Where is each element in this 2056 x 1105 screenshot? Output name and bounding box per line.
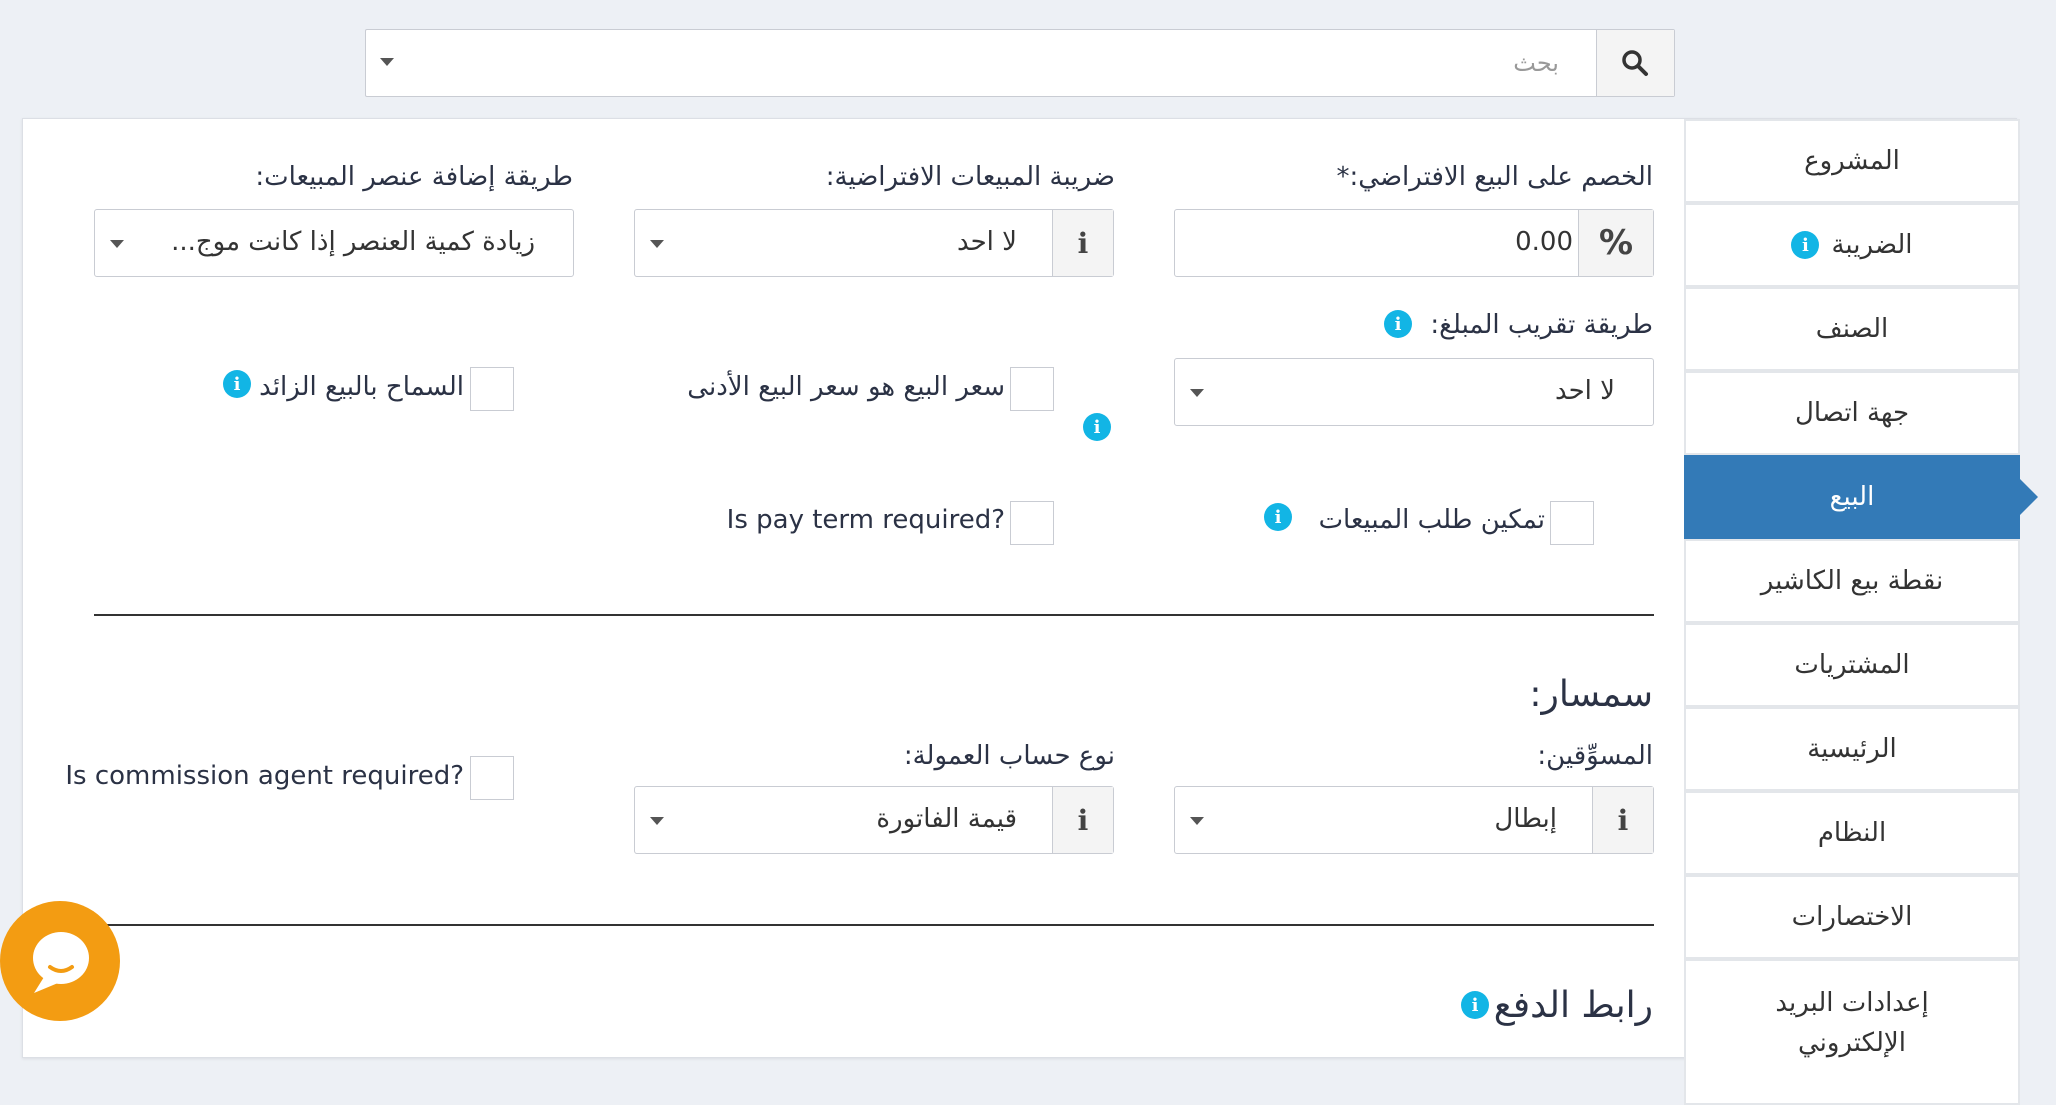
info-icon[interactable]: i xyxy=(223,370,251,398)
sidebar-item-label: النظام xyxy=(1817,818,1887,848)
add-item-method-label: طريقة إضافة عنصر المبيعات: xyxy=(255,162,573,192)
sidebar-item-shortcuts[interactable]: الاختصارات xyxy=(1684,875,2020,959)
chevron-down-icon xyxy=(650,240,664,248)
min-sell-price-checkbox[interactable] xyxy=(1010,367,1054,411)
allow-overselling-label: السماح بالبيع الزائد xyxy=(259,372,464,402)
default-tax-select[interactable]: لا احد i xyxy=(634,209,1114,277)
default-tax-label: ضريبة المبيعات الافتراضية: xyxy=(825,162,1115,192)
sidebar-item-system[interactable]: النظام xyxy=(1684,791,2020,875)
chat-widget-button[interactable] xyxy=(0,901,120,1021)
percent-icon: % xyxy=(1578,210,1653,276)
add-item-method-select[interactable]: زيادة كمية العنصر إذا كانت موج... xyxy=(94,209,574,277)
section-divider xyxy=(94,924,1654,926)
default-tax-value: لا احد xyxy=(956,227,1017,257)
chevron-down-icon xyxy=(1190,817,1204,825)
chevron-down-icon xyxy=(110,240,124,248)
chat-bubble-icon xyxy=(33,932,89,993)
sidebar-item-label: الضريبة xyxy=(1831,230,1913,260)
search-placeholder: بحث xyxy=(1513,49,1559,77)
sidebar-item-email-settings[interactable]: إعدادات البريد الإلكتروني xyxy=(1684,959,2020,1105)
info-icon[interactable]: i xyxy=(1384,310,1412,338)
search-icon xyxy=(1622,50,1648,76)
sidebar-item-purchases[interactable]: المشتريات xyxy=(1684,623,2020,707)
sidebar-item-label: البيع xyxy=(1829,482,1875,512)
enable-sales-order-checkbox[interactable] xyxy=(1550,501,1594,545)
payment-link-heading: رابط الدفع : xyxy=(1470,985,1653,1026)
sidebar-item-label: المشروع xyxy=(1804,146,1900,176)
pay-term-required-label: Is pay term required? xyxy=(726,505,1005,535)
sidebar-item-label: الاختصارات xyxy=(1791,902,1913,932)
pay-term-required-checkbox[interactable] xyxy=(1010,501,1054,545)
settings-sidebar: المشروع الضريبة i الصنف جهة اتصال البيع … xyxy=(1684,119,2038,1105)
rounding-method-label: طريقة تقريب المبلغ: xyxy=(1430,310,1653,340)
chevron-down-icon xyxy=(1190,389,1204,397)
commission-agents-label: المسوِّقين: xyxy=(1537,741,1653,771)
min-sell-price-label: سعر البيع هو سعر البيع الأدنى xyxy=(687,372,1005,402)
sidebar-item-product[interactable]: الصنف xyxy=(1684,287,2020,371)
sidebar-item-label: الرئيسية xyxy=(1807,734,1897,764)
rounding-method-value: لا احد xyxy=(1554,376,1615,406)
search-button[interactable] xyxy=(1596,30,1674,96)
enable-sales-order-label: تمكين طلب المبيعات xyxy=(1318,505,1545,535)
allow-overselling-checkbox[interactable] xyxy=(470,367,514,411)
sidebar-item-sale[interactable]: البيع xyxy=(1684,455,2038,539)
commission-calc-type-value: قيمة الفاتورة xyxy=(876,804,1017,834)
sidebar-item-label: إعدادات البريد الإلكتروني xyxy=(1775,988,1929,1058)
info-icon[interactable]: i xyxy=(1052,787,1113,853)
search-dropdown-arrow-icon[interactable] xyxy=(380,58,394,66)
sidebar-item-label: جهة اتصال xyxy=(1794,398,1910,428)
commission-agent-required-label: Is commission agent required? xyxy=(65,761,464,791)
commission-agent-required-checkbox[interactable] xyxy=(470,756,514,800)
sidebar-item-contact[interactable]: جهة اتصال xyxy=(1684,371,2020,455)
sidebar-item-label: المشتريات xyxy=(1794,650,1910,680)
sidebar-item-pos[interactable]: نقطة بيع الكاشير xyxy=(1684,539,2020,623)
info-icon[interactable]: i xyxy=(1791,231,1820,259)
default-discount-label: الخصم على البيع الافتراضي:* xyxy=(1336,162,1653,192)
section-divider xyxy=(94,614,1654,616)
add-item-method-value: زيادة كمية العنصر إذا كانت موج... xyxy=(171,227,535,257)
default-discount-value: 0.00 xyxy=(1515,227,1573,257)
sidebar-item-dashboard[interactable]: الرئيسية xyxy=(1684,707,2020,791)
commission-calc-type-select[interactable]: قيمة الفاتورة i xyxy=(634,786,1114,854)
sidebar-item-tax[interactable]: الضريبة i xyxy=(1684,203,2020,287)
sidebar-item-label: نقطة بيع الكاشير xyxy=(1760,566,1944,596)
commission-agents-value: إبطال xyxy=(1494,804,1557,834)
info-icon[interactable]: i xyxy=(1461,991,1489,1019)
search-bar[interactable]: بحث xyxy=(365,29,1675,97)
default-discount-input[interactable]: 0.00 % xyxy=(1174,209,1654,277)
rounding-method-select[interactable]: لا احد xyxy=(1174,358,1654,426)
info-icon[interactable]: i xyxy=(1052,210,1113,276)
info-icon[interactable]: i xyxy=(1592,787,1653,853)
sidebar-item-label: الصنف xyxy=(1815,314,1889,344)
commission-agents-select[interactable]: إبطال i xyxy=(1174,786,1654,854)
info-icon[interactable]: i xyxy=(1264,503,1292,531)
commission-calc-type-label: نوع حساب العمولة: xyxy=(903,741,1115,771)
sidebar-item-project[interactable]: المشروع xyxy=(1684,119,2020,203)
info-icon[interactable]: i xyxy=(1083,413,1111,441)
commission-heading: سمسار: xyxy=(1529,674,1653,715)
chevron-down-icon xyxy=(650,817,664,825)
